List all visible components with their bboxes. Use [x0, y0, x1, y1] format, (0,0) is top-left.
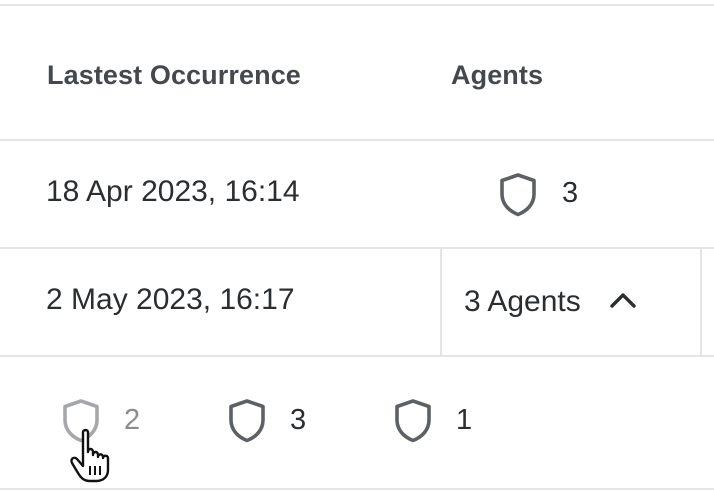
agents-count: 3 — [562, 177, 579, 209]
chevron-up-icon — [610, 293, 636, 308]
shield-icon — [229, 399, 265, 443]
agents-expand-toggle[interactable]: 3 Agents — [442, 249, 700, 355]
table-top-border — [0, 4, 714, 6]
table-bottom-border — [0, 488, 714, 490]
column-header-agents[interactable]: Agents — [451, 60, 543, 91]
agent-count: 1 — [456, 404, 473, 436]
hand-pointer-cursor-icon — [70, 428, 110, 483]
agents-toggle-label: 3 Agents — [464, 285, 581, 318]
latest-occurrence-cell: 2 May 2023, 16:17 — [46, 283, 295, 316]
column-header-latest-occurrence[interactable]: Lastest Occurrence — [47, 60, 301, 91]
latest-occurrence-cell: 18 Apr 2023, 16:14 — [46, 175, 300, 208]
header-bottom-border — [0, 139, 714, 141]
agent-count: 3 — [290, 404, 307, 436]
agents-cell-right-border — [700, 247, 702, 357]
shield-icon — [395, 399, 431, 443]
shield-icon — [500, 173, 536, 217]
agent-count: 2 — [124, 404, 141, 436]
row-2-bottom-border — [0, 355, 714, 357]
